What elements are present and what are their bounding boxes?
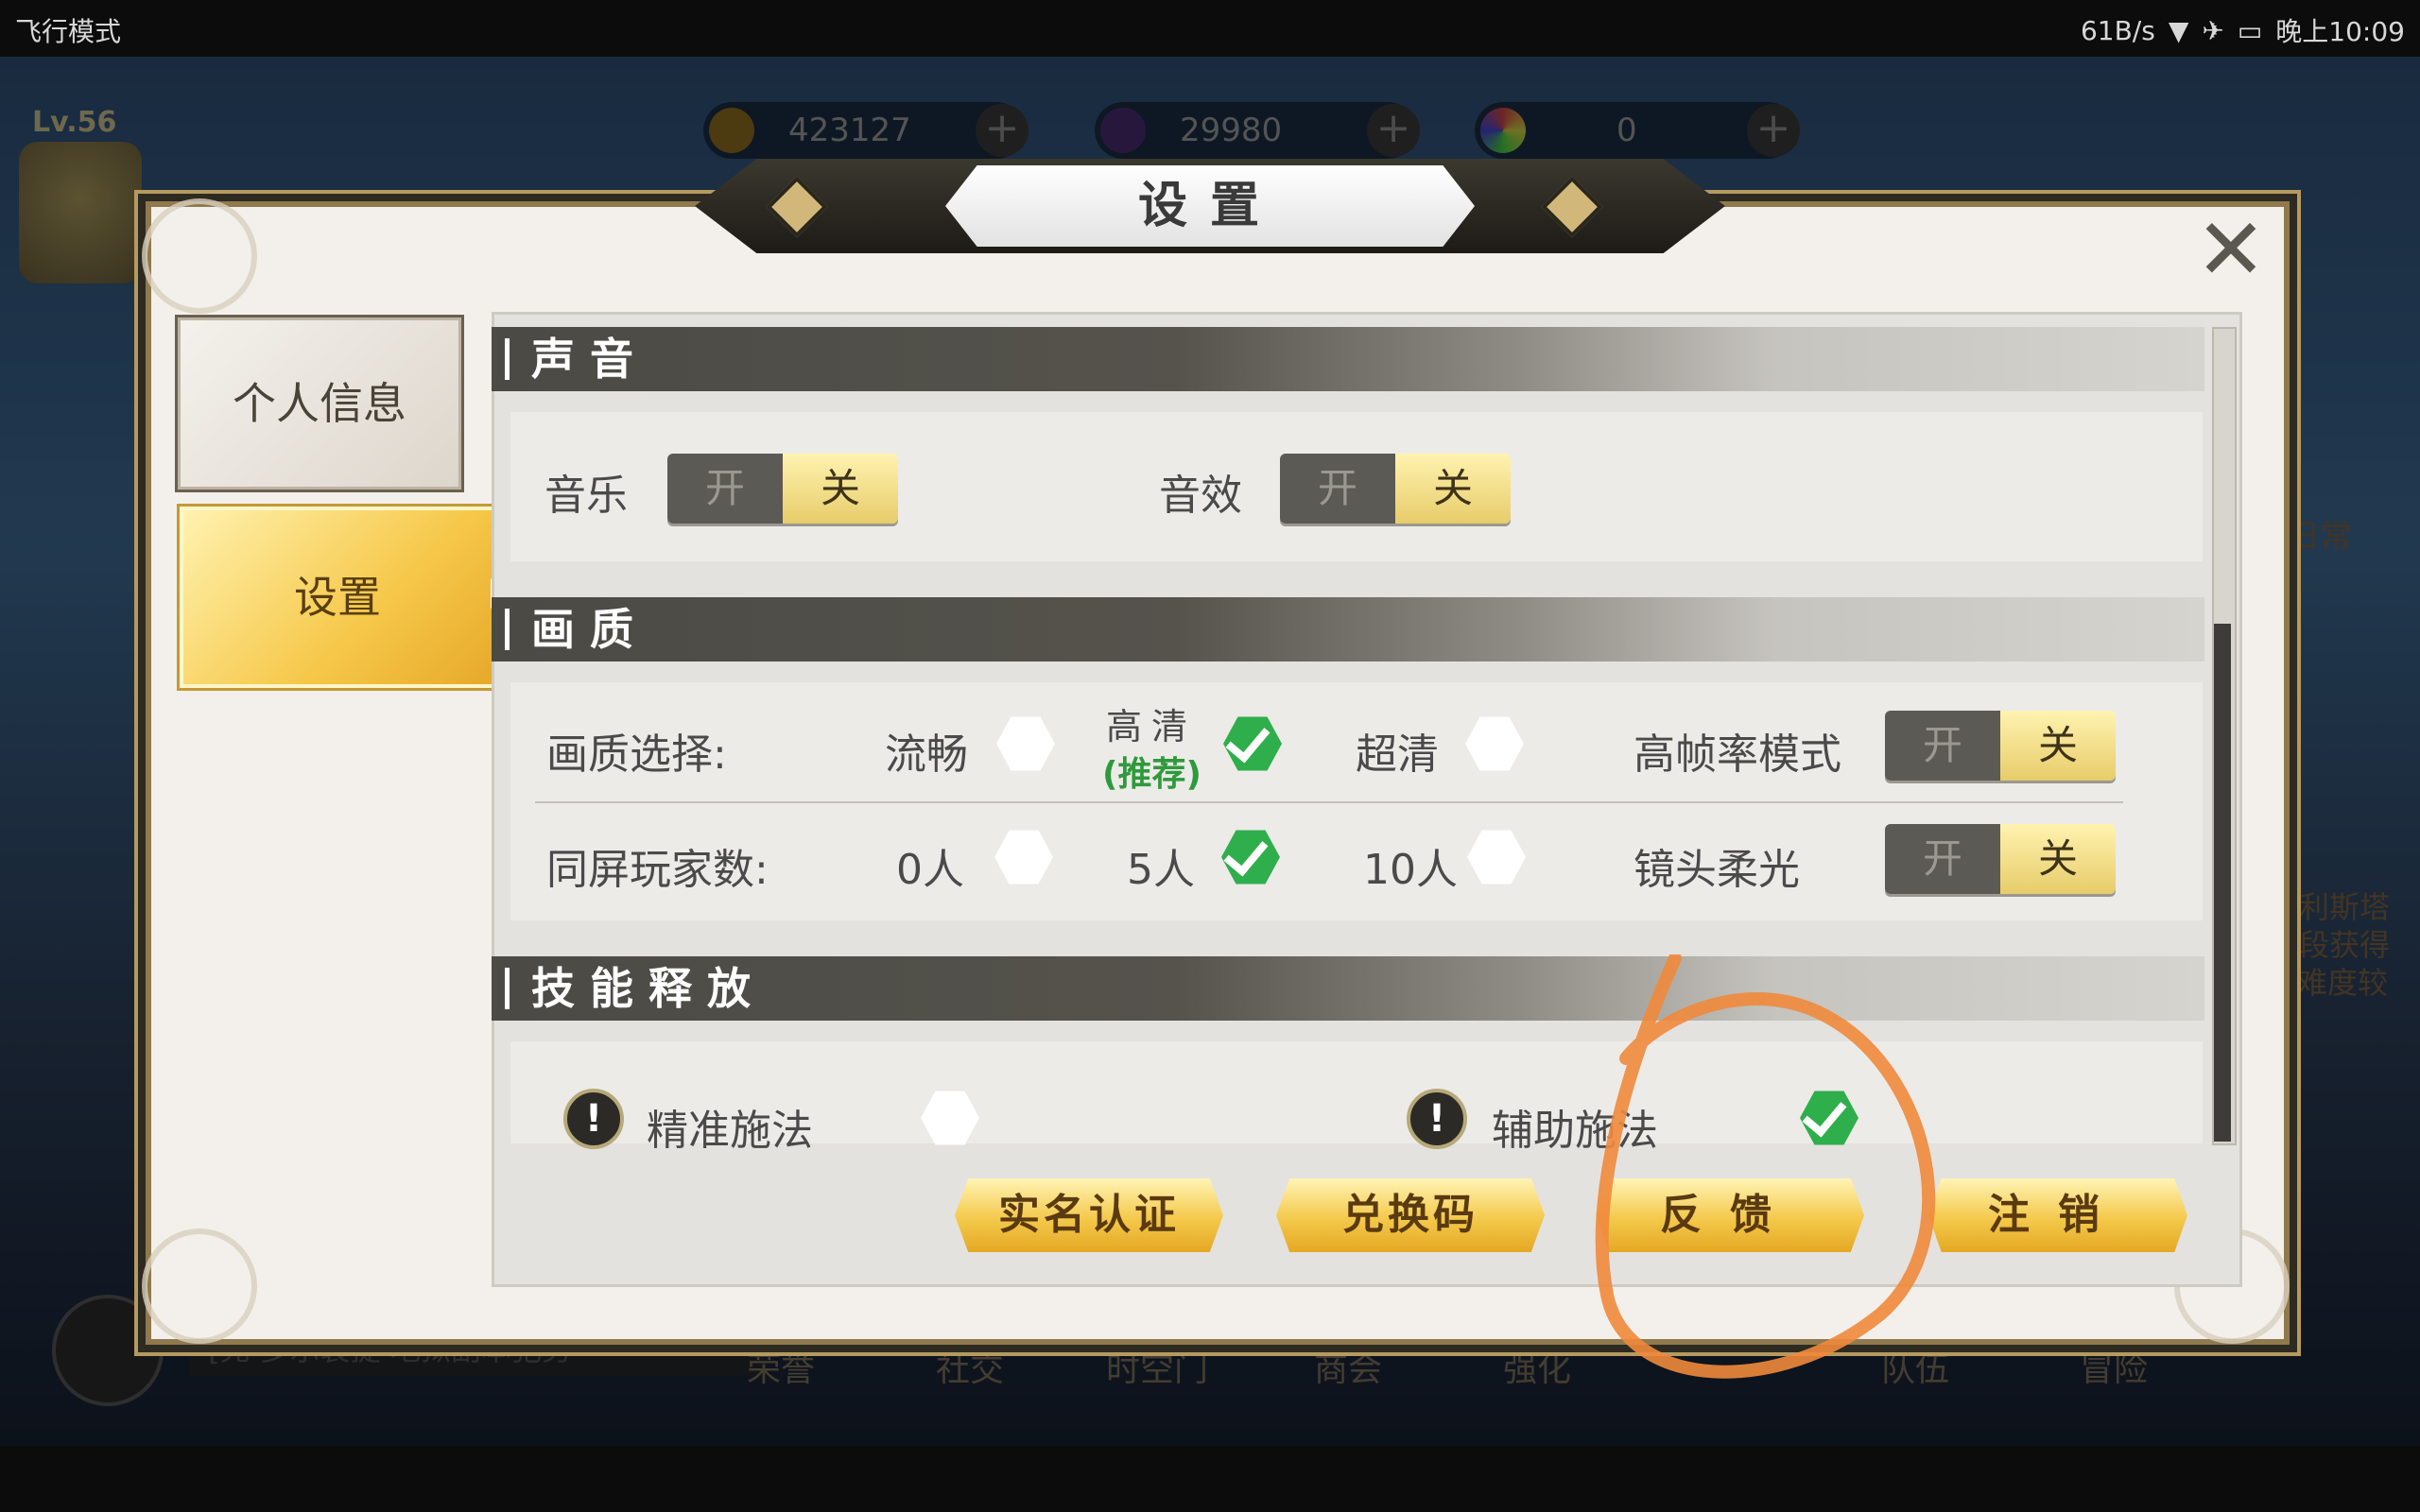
assist-cast-label: 辅助施法 (1492, 1107, 1658, 1155)
music-on-option[interactable]: 开 (667, 454, 783, 524)
status-bar: 飞行模式 61B/s ▼ ✈ ▭ 晚上10:09 (0, 0, 2420, 57)
logout-button[interactable]: 注销 (1928, 1178, 2187, 1252)
section-quality-header: 画质 (492, 597, 2204, 662)
tab-personal-info[interactable]: 个人信息 (178, 318, 461, 490)
close-icon[interactable]: ✕ (2184, 203, 2278, 298)
music-toggle[interactable]: 开 关 (667, 454, 898, 524)
high-fps-label: 高帧率模式 (1634, 730, 1841, 779)
sfx-toggle[interactable]: 开 关 (1280, 454, 1511, 524)
dialog-title: 设置 (945, 165, 1475, 247)
feedback-button[interactable]: 反馈 (1596, 1178, 1864, 1252)
lens-glow-off-option[interactable]: 关 (2000, 824, 2116, 894)
scrollbar-thumb[interactable] (2214, 624, 2231, 1142)
quality-divider (535, 801, 2123, 803)
players-10-label: 10人 (1363, 846, 1458, 894)
lens-glow-label: 镜头柔光 (1634, 846, 1800, 894)
quality-hd-label: 高清 (1106, 706, 1198, 747)
airplane-mode-text: 飞行模式 (15, 16, 122, 47)
precise-cast-label: 精准施法 (647, 1107, 813, 1155)
battery-icon: ▭ (2237, 14, 2263, 46)
sfx-on-option[interactable]: 开 (1280, 454, 1395, 524)
corner-ornament-bl (142, 1228, 257, 1344)
music-label: 音乐 (544, 472, 628, 520)
quality-select-label: 画质选择: (546, 730, 727, 779)
sfx-label: 音效 (1159, 472, 1242, 520)
recommended-note: (推荐) (1102, 755, 1201, 794)
music-off-option[interactable]: 关 (783, 454, 898, 524)
section-sound-header: 声音 (492, 327, 2204, 391)
players-0-label: 0人 (896, 846, 964, 894)
wifi-icon: ▼ (2168, 14, 2189, 46)
players-count-label: 同屏玩家数: (546, 846, 769, 894)
redeem-code-button[interactable]: 兑换码 (1276, 1178, 1545, 1252)
network-speed: 61B/s (2080, 14, 2155, 46)
assist-info-icon[interactable]: ! (1407, 1089, 1467, 1149)
sfx-off-option[interactable]: 关 (1395, 454, 1511, 524)
section-skill-header: 技能释放 (492, 956, 2204, 1021)
high-fps-toggle[interactable]: 开 关 (1885, 711, 2116, 781)
real-name-auth-button[interactable]: 实名认证 (955, 1178, 1223, 1252)
lens-glow-toggle[interactable]: 开 关 (1885, 824, 2116, 894)
precise-info-icon[interactable]: ! (563, 1089, 624, 1149)
airplane-icon: ✈ (2202, 14, 2224, 46)
tab-settings[interactable]: 设置 (180, 507, 495, 688)
quality-uhd-label: 超清 (1356, 730, 1439, 779)
quality-smooth-label: 流畅 (885, 730, 968, 779)
lens-glow-on-option[interactable]: 开 (1885, 824, 2000, 894)
high-fps-on-option[interactable]: 开 (1885, 711, 2000, 781)
bottom-system-bar (0, 1446, 2420, 1512)
clock: 晚上10:09 (2275, 16, 2405, 47)
high-fps-off-option[interactable]: 关 (2000, 711, 2116, 781)
players-5-label: 5人 (1127, 846, 1195, 894)
corner-ornament-tl (142, 198, 257, 314)
